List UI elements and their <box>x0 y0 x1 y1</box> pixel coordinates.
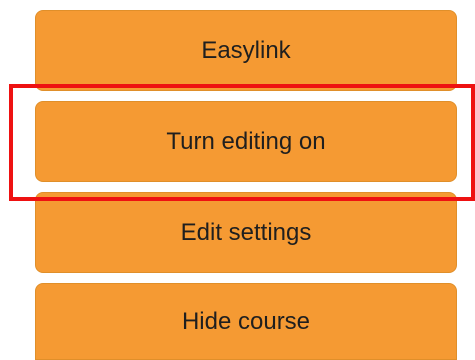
course-admin-menu: Easylink Turn editing on Edit settings H… <box>0 0 475 360</box>
edit-settings-button[interactable]: Edit settings <box>35 192 457 273</box>
edit-settings-label: Edit settings <box>180 218 312 246</box>
turn-editing-on-button[interactable]: Turn editing on <box>35 101 457 182</box>
easylink-button[interactable]: Easylink <box>35 10 457 91</box>
turn-editing-on-label: Turn editing on <box>166 127 326 155</box>
hide-course-button[interactable]: Hide course <box>35 283 457 360</box>
easylink-label: Easylink <box>201 36 291 64</box>
hide-course-label: Hide course <box>181 307 311 335</box>
